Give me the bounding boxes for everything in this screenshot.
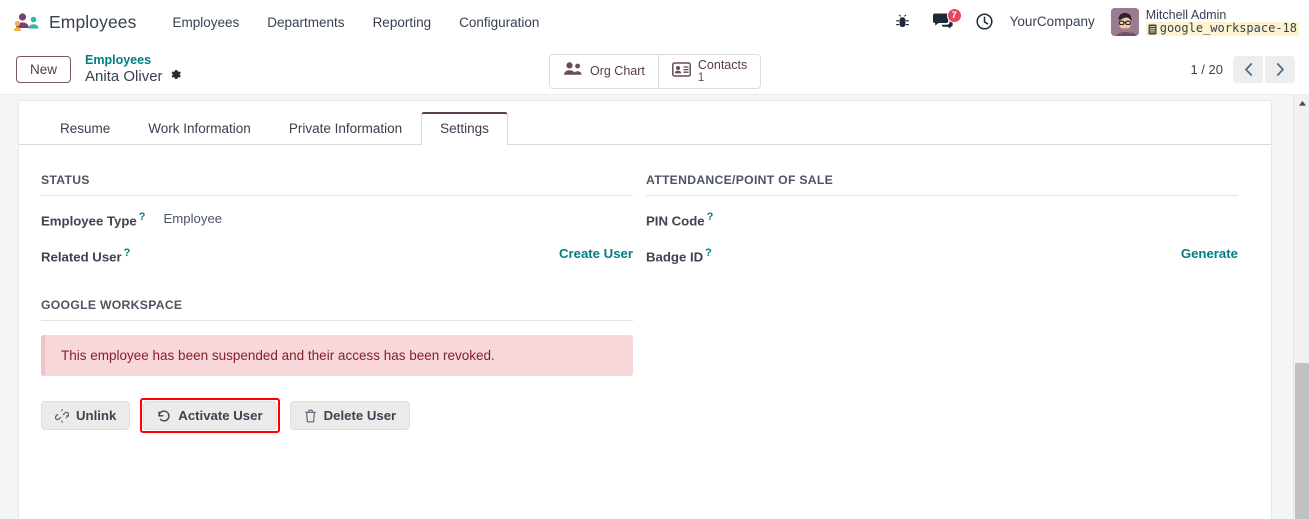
generate-badge-link[interactable]: Generate xyxy=(1181,246,1238,261)
stat-button-org-chart[interactable]: Org Chart xyxy=(550,55,659,88)
top-navbar: Employees Employees Departments Reportin… xyxy=(0,0,1309,44)
unlink-icon xyxy=(55,408,69,423)
stat-button-group: Org Chart Contacts 1 xyxy=(549,54,762,89)
stat-org-chart-label: Org Chart xyxy=(590,64,645,79)
google-workspace-title: GOOGLE WORKSPACE xyxy=(41,298,633,321)
vertical-scrollbar[interactable] xyxy=(1293,95,1309,519)
undo-rotate-left-icon xyxy=(157,409,171,423)
suspension-alert-banner: This employee has been suspended and the… xyxy=(41,335,633,376)
attendance-group-title: ATTENDANCE/POINT OF SALE xyxy=(646,173,1238,196)
org-chart-users-icon xyxy=(563,61,583,82)
tab-private-information[interactable]: Private Information xyxy=(270,112,421,145)
menu-item-departments[interactable]: Departments xyxy=(253,9,358,36)
unlink-button[interactable]: Unlink xyxy=(41,401,131,430)
user-info: Mitchell Admin google_workspace-18 xyxy=(1145,7,1299,37)
activate-user-button[interactable]: Activate User xyxy=(143,401,277,430)
settings-right-column: ATTENDANCE/POINT OF SALE PIN Code? Badge… xyxy=(645,173,1249,433)
status-group-title: STATUS xyxy=(41,173,633,196)
pager-previous-button[interactable] xyxy=(1233,55,1263,83)
database-name: google_workspace-18 xyxy=(1145,21,1299,37)
scrollbar-thumb[interactable] xyxy=(1295,363,1309,519)
settings-left-column: STATUS Employee Type? Employee Related U… xyxy=(41,173,645,433)
pin-code-label: PIN Code? xyxy=(646,211,714,229)
google-workspace-section: GOOGLE WORKSPACE This employee has been … xyxy=(41,298,633,433)
form-content-area: Resume Work Information Private Informat… xyxy=(0,95,1309,519)
messages-badge: 7 xyxy=(946,8,962,24)
activate-user-button-label: Activate User xyxy=(178,408,263,423)
user-name: Mitchell Admin xyxy=(1145,7,1227,22)
bug-icon[interactable] xyxy=(884,14,921,30)
employee-type-label: Employee Type? xyxy=(41,211,146,229)
field-related-user: Related User? Create User xyxy=(41,246,633,268)
main-menu: Employees Departments Reporting Configur… xyxy=(158,9,553,36)
gear-icon[interactable] xyxy=(169,68,182,86)
contact-card-icon xyxy=(671,61,691,82)
pager-count: 1 / 20 xyxy=(1190,61,1223,77)
settings-page: STATUS Employee Type? Employee Related U… xyxy=(19,145,1271,453)
user-avatar xyxy=(1110,7,1139,36)
google-workspace-buttons: Unlink Activate User Delete User xyxy=(41,398,613,433)
stat-contacts-text: Contacts 1 xyxy=(698,58,747,86)
field-badge-id: Badge ID? Generate xyxy=(646,246,1238,268)
notebook-tabs: Resume Work Information Private Informat… xyxy=(19,101,1271,145)
employees-app-icon xyxy=(14,12,40,32)
employee-type-value[interactable]: Employee xyxy=(164,210,223,226)
app-brand[interactable]: Employees xyxy=(14,12,136,33)
navbar-right: 7 YourCompany Mitchell Admin google_work… xyxy=(884,7,1299,37)
new-button[interactable]: New xyxy=(16,55,72,83)
user-menu[interactable]: Mitchell Admin google_workspace-18 xyxy=(1107,7,1299,37)
tab-settings[interactable]: Settings xyxy=(421,112,508,145)
delete-user-button[interactable]: Delete User xyxy=(289,401,411,430)
create-user-link[interactable]: Create User xyxy=(559,246,633,261)
help-icon[interactable]: ? xyxy=(124,247,131,259)
help-icon[interactable]: ? xyxy=(139,211,146,223)
tab-resume[interactable]: Resume xyxy=(41,112,129,145)
chevron-right-icon xyxy=(1276,62,1284,76)
scroll-up-arrow[interactable] xyxy=(1294,95,1309,111)
trash-icon xyxy=(304,409,317,423)
form-sheet: Resume Work Information Private Informat… xyxy=(18,100,1272,519)
pager-next-button[interactable] xyxy=(1265,55,1295,83)
company-switcher[interactable]: YourCompany xyxy=(1004,14,1107,29)
help-icon[interactable]: ? xyxy=(705,247,712,259)
stat-button-contacts[interactable]: Contacts 1 xyxy=(658,55,761,88)
database-icon xyxy=(1148,24,1157,35)
breadcrumb-current-record: Anita Oliver xyxy=(85,68,182,86)
field-pin-code: PIN Code? xyxy=(646,210,1238,232)
chevron-left-icon xyxy=(1244,62,1252,76)
stat-contacts-value: 1 xyxy=(697,72,705,85)
control-panel: New Employees Anita Oliver Org Chart Con… xyxy=(0,44,1309,95)
database-label: google_workspace-18 xyxy=(1159,21,1297,36)
menu-item-reporting[interactable]: Reporting xyxy=(359,9,446,36)
field-employee-type: Employee Type? Employee xyxy=(41,210,633,232)
app-name: Employees xyxy=(49,11,137,32)
record-name: Anita Oliver xyxy=(85,67,163,85)
messages-icon[interactable]: 7 xyxy=(921,8,965,31)
record-pager: 1 / 20 xyxy=(1190,55,1295,83)
pager-buttons xyxy=(1233,55,1295,83)
menu-item-configuration[interactable]: Configuration xyxy=(445,9,553,36)
stat-contacts-label: Contacts xyxy=(697,57,748,72)
breadcrumb: Employees Anita Oliver xyxy=(85,53,182,86)
help-icon[interactable]: ? xyxy=(707,211,714,223)
activities-clock-icon[interactable] xyxy=(965,13,1004,31)
activate-user-highlight: Activate User xyxy=(140,398,280,433)
breadcrumb-parent-employees[interactable]: Employees xyxy=(85,53,182,68)
unlink-button-label: Unlink xyxy=(76,408,117,423)
menu-item-employees[interactable]: Employees xyxy=(158,9,253,36)
tab-work-information[interactable]: Work Information xyxy=(129,112,270,145)
badge-id-label: Badge ID? xyxy=(646,247,712,265)
stat-org-chart-text: Org Chart xyxy=(590,64,645,78)
delete-user-button-label: Delete User xyxy=(323,408,397,423)
related-user-label: Related User? xyxy=(41,247,131,265)
